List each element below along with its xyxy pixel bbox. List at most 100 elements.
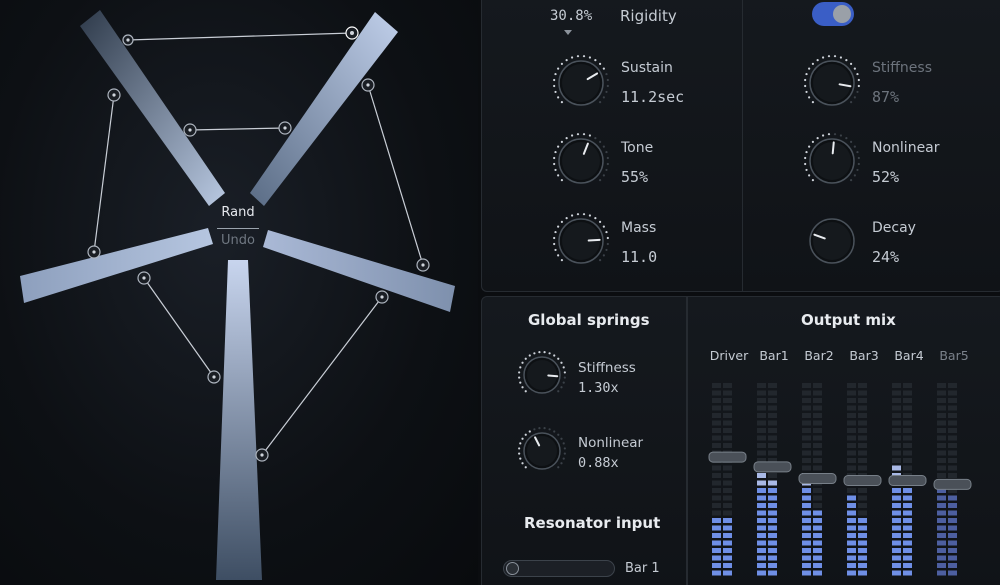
knob-tick — [570, 214, 574, 217]
meter-segment — [858, 435, 867, 441]
decay-label: Decay — [872, 220, 916, 236]
meter-segment — [757, 525, 766, 531]
knob-tick — [605, 150, 608, 154]
knob-tick — [560, 437, 563, 440]
nonlinear-knob[interactable] — [802, 131, 862, 191]
knob-tick — [518, 447, 521, 450]
resonator-stage[interactable]: Rand Undo — [0, 0, 478, 585]
knob-tick — [808, 96, 811, 99]
meter-segment — [768, 450, 777, 456]
meter-segment — [847, 398, 856, 403]
meter-segment — [802, 548, 811, 553]
meter-segment — [802, 488, 811, 493]
meter-segment — [903, 488, 912, 493]
meter-segment — [723, 420, 732, 426]
meter-segment — [757, 435, 766, 441]
meter-segment — [813, 518, 822, 523]
knob-tick — [853, 96, 856, 99]
knob-tick — [804, 162, 807, 166]
knob-face — [813, 142, 851, 180]
meter-segment — [903, 525, 912, 531]
meter-segment — [858, 458, 867, 463]
meter-segment — [802, 465, 811, 471]
meter-segment — [847, 495, 856, 501]
meter-segment — [757, 495, 766, 501]
knob-face — [562, 64, 600, 102]
meter-segment — [723, 525, 732, 531]
resonator-input-slider[interactable] — [503, 560, 615, 577]
meter-segment — [948, 510, 957, 516]
meter-segment — [723, 533, 732, 538]
knob-tick — [560, 220, 564, 224]
tone-knob[interactable] — [551, 131, 611, 191]
knob-tick — [804, 156, 807, 160]
knob-tick — [582, 133, 586, 136]
knob-tick — [562, 442, 565, 445]
knob-tick — [560, 258, 564, 262]
meter-segment — [802, 458, 811, 463]
knob-tick — [598, 258, 602, 262]
knob-tick — [562, 381, 565, 384]
meter-segment — [712, 563, 721, 568]
global-nonlinear-label: Nonlinear — [578, 435, 644, 451]
meter-segment — [813, 465, 822, 471]
stiffness-value: 87% — [872, 88, 900, 106]
mixer-strips[interactable] — [700, 375, 990, 585]
meter-segment — [723, 390, 732, 396]
meter-segment — [768, 473, 777, 478]
global-stiffness-knob[interactable] — [517, 350, 567, 400]
channel-label-driver: Driver — [709, 348, 749, 363]
meter-segment — [892, 390, 901, 396]
chevron-down-icon[interactable] — [564, 30, 572, 35]
meter-segment — [858, 533, 867, 538]
bar-diagram[interactable] — [0, 0, 478, 585]
meter-segment — [802, 540, 811, 546]
meter-segment — [847, 383, 856, 388]
meter-segment — [813, 420, 822, 426]
sustain-knob[interactable] — [551, 53, 611, 113]
knob-tick — [553, 162, 556, 166]
slider-thumb[interactable] — [506, 562, 519, 575]
meter-segment — [948, 533, 957, 538]
meter-segment — [937, 473, 946, 478]
global-nonlinear-value: 0.88x — [578, 455, 619, 471]
knob-tick — [563, 447, 566, 450]
meter-segment — [903, 540, 912, 546]
meter-segment — [892, 510, 901, 516]
rigidity-value[interactable]: 30.8% — [550, 8, 592, 24]
undo-button[interactable]: Undo — [212, 233, 264, 253]
meter-segment — [712, 405, 721, 411]
knob-tick — [849, 140, 853, 144]
channel-strip-bar2 — [798, 383, 837, 576]
knob-tick — [594, 217, 597, 220]
knob-tick — [528, 354, 531, 357]
knob-tick — [857, 84, 860, 88]
meter-segment — [712, 548, 721, 553]
meter-segment — [712, 443, 721, 448]
meter-segment — [802, 443, 811, 448]
knob-tick — [528, 430, 531, 433]
meter-segment — [892, 465, 901, 471]
meter-segment — [937, 465, 946, 471]
meter-segment — [937, 413, 946, 418]
knob-tick — [565, 137, 568, 140]
mass-knob[interactable] — [551, 211, 611, 271]
meter-segment — [892, 443, 901, 448]
knob-tick — [598, 100, 602, 104]
meter-segment — [937, 563, 946, 568]
stiffness-knob[interactable] — [802, 53, 862, 113]
knob-tick — [816, 59, 819, 62]
rand-button[interactable]: Rand — [212, 205, 264, 225]
enable-toggle[interactable] — [812, 2, 854, 26]
meter-segment — [813, 495, 822, 501]
decay-knob[interactable] — [802, 211, 862, 271]
knob-tick — [560, 178, 564, 182]
meter-segment — [757, 413, 766, 418]
meter-segment — [723, 383, 732, 388]
knob-tick — [560, 361, 563, 364]
knob-tick — [553, 78, 556, 82]
global-nonlinear-knob[interactable] — [517, 426, 567, 476]
knob-tick — [553, 156, 556, 160]
output-mix-title: Output mix — [801, 311, 896, 329]
knob-pointer — [587, 238, 601, 242]
